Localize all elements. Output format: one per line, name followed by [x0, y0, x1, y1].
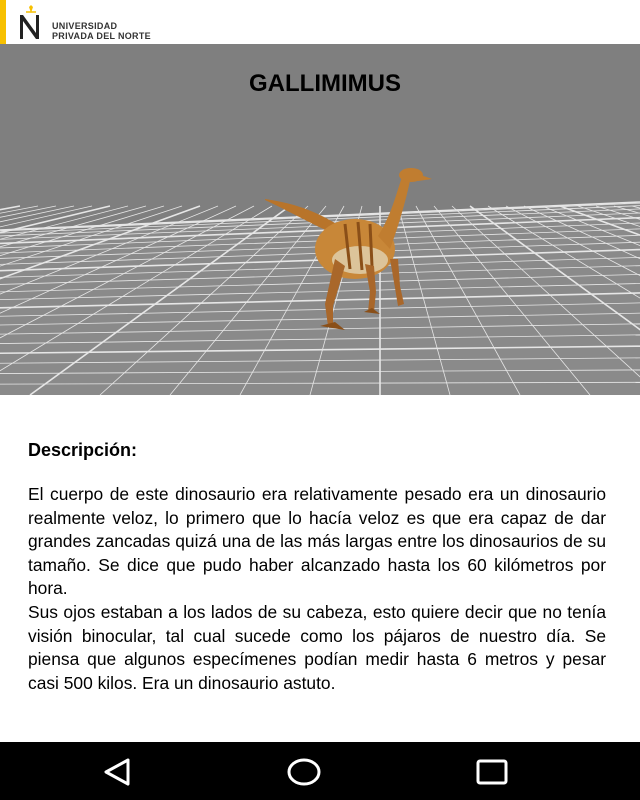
university-logo-icon — [20, 5, 39, 39]
3d-model-viewer[interactable]: GALLIMIMUS — [0, 44, 640, 395]
logo-line-1: UNIVERSIDAD — [52, 21, 118, 31]
university-logo-text: UNIVERSIDAD PRIVADA DEL NORTE — [52, 21, 151, 41]
logo-line-2: PRIVADA DEL NORTE — [52, 31, 151, 41]
brand-accent-bar — [0, 0, 6, 44]
recents-square-icon[interactable] — [472, 754, 512, 790]
description-section: Descripción: El cuerpo de este dinosauri… — [28, 440, 606, 695]
app-header: UNIVERSIDAD PRIVADA DEL NORTE — [0, 0, 640, 44]
home-circle-icon[interactable] — [284, 754, 324, 790]
description-heading: Descripción: — [28, 440, 138, 460]
dinosaur-title: GALLIMIMUS — [249, 70, 401, 97]
description-paragraph-2: Sus ojos estaban a los lados de su cabez… — [28, 601, 606, 693]
android-navigation-bar — [0, 742, 640, 800]
back-triangle-icon[interactable] — [98, 754, 138, 790]
description-paragraph-1: El cuerpo de este dinosaurio era relativ… — [28, 484, 606, 599]
